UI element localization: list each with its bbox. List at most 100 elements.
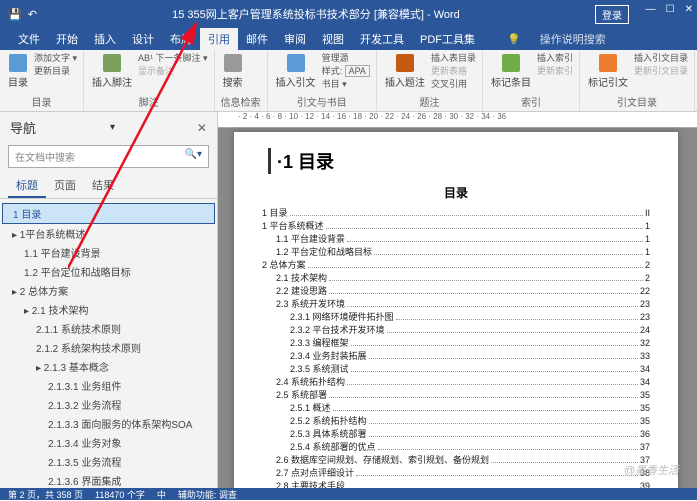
update-table-button[interactable]: 更新表格 <box>431 65 476 78</box>
nav-search-input[interactable]: 在文档中搜索 🔍▾ <box>8 145 209 168</box>
toc-entry[interactable]: 2.5 系统部署35 <box>262 389 650 402</box>
caption-icon <box>396 54 414 72</box>
bulb-icon: 💡 <box>499 31 529 49</box>
insert-citation-button[interactable]: 插入引文 <box>274 52 318 91</box>
show-notes-button[interactable]: 显示备注 <box>138 65 208 78</box>
status-lang[interactable]: 中 <box>157 488 166 501</box>
toc-icon <box>9 54 27 72</box>
toc-entry[interactable]: 2 总体方案2 <box>262 259 650 272</box>
toc-entry[interactable]: 2.8 主要技术手段39 <box>262 480 650 488</box>
toc-entry[interactable]: 2.3.3 编程框架32 <box>262 337 650 350</box>
tab-results[interactable]: 结果 <box>84 174 122 198</box>
update-index-button[interactable]: 更新索引 <box>537 65 573 78</box>
nav-item[interactable]: 2.1.3.1 业务组件 <box>2 376 215 395</box>
maximize-icon[interactable]: ☐ <box>666 4 675 15</box>
toc-entry[interactable]: 2.5.3 具体系统部署36 <box>262 428 650 441</box>
menu-mailings[interactable]: 邮件 <box>238 28 276 50</box>
magnify-icon: 🔍▾ <box>185 149 202 164</box>
insert-index-button[interactable]: 插入索引 <box>537 52 573 65</box>
toc-entry[interactable]: 1.2 平台定位和战略目标1 <box>262 246 650 259</box>
insert-footnote-button[interactable]: 插入脚注 <box>90 52 134 91</box>
toc-entry[interactable]: 2.5.2 系统拓扑结构35 <box>262 415 650 428</box>
menu-bar: 文件 开始 插入 设计 布局 引用 邮件 审阅 视图 开发工具 PDF工具集 💡… <box>0 28 697 50</box>
toc-button[interactable]: 目录 <box>6 52 30 91</box>
toc-entry[interactable]: 2.3.2 平台技术开发环境24 <box>262 324 650 337</box>
next-footnote-button[interactable]: AB¹ 下一条脚注 ▾ <box>138 52 208 65</box>
menu-dev[interactable]: 开发工具 <box>352 28 412 50</box>
bibliography-button[interactable]: 书目 ▾ <box>322 78 370 91</box>
menu-references[interactable]: 引用 <box>200 28 238 50</box>
ribbon-group-citations: 插入引文 管理源 样式: APA 书目 ▾ 引文与书目 <box>268 50 377 111</box>
document-area: · 2 · 4 · 6 · 8 · 10 · 12 · 14 · 16 · 18… <box>218 112 697 488</box>
toc-entry[interactable]: 2.5.4 系统部署的优点37 <box>262 441 650 454</box>
toc-title: 目录 <box>262 184 650 201</box>
status-a11y[interactable]: 辅助功能: 调查 <box>178 488 237 501</box>
update-authorities-button[interactable]: 更新引文目录 <box>634 65 688 78</box>
nav-close-icon[interactable]: ✕ <box>197 121 207 135</box>
toc-entry[interactable]: 2.4 系统拓扑结构34 <box>262 376 650 389</box>
menu-view[interactable]: 视图 <box>314 28 352 50</box>
toc-entry[interactable]: 2.2 建设思路22 <box>262 285 650 298</box>
doc-heading: ·1 目录 <box>268 148 650 174</box>
nav-item[interactable]: 2.1.3.2 业务流程 <box>2 395 215 414</box>
menu-review[interactable]: 审阅 <box>276 28 314 50</box>
toc-entry[interactable]: 1 目录II <box>262 207 650 220</box>
toc-entry[interactable]: 1.1 平台建设背景1 <box>262 233 650 246</box>
undo-icon[interactable]: ↶ <box>28 8 37 21</box>
nav-item[interactable]: 2.1.1 系统技术原则 <box>2 319 215 338</box>
nav-item[interactable]: 1 目录 <box>2 203 215 224</box>
menu-layout[interactable]: 布局 <box>162 28 200 50</box>
tab-pages[interactable]: 页面 <box>46 174 84 198</box>
nav-item[interactable]: 2.1.2 系统架构技术原则 <box>2 338 215 357</box>
nav-item[interactable]: ▸ 1平台系统概述 <box>2 224 215 243</box>
document-page[interactable]: ·1 目录 目录 1 目录II1 平台系统概述11.1 平台建设背景11.2 平… <box>234 132 678 488</box>
add-text-button[interactable]: 添加文字 ▾ <box>34 52 77 65</box>
toc-entry[interactable]: 2.7 点对点评细设计38 <box>262 467 650 480</box>
tell-me[interactable]: 💡操作说明搜索 <box>491 28 622 50</box>
minimize-icon[interactable]: — <box>646 4 656 15</box>
toc-entry[interactable]: 1 平台系统概述1 <box>262 220 650 233</box>
toc-entry[interactable]: 2.3.5 系统测试34 <box>262 363 650 376</box>
toc-entry[interactable]: 2.3 系统开发环境23 <box>262 298 650 311</box>
menu-file[interactable]: 文件 <box>10 28 48 50</box>
save-icon[interactable]: 💾 <box>8 8 22 21</box>
toc-entry[interactable]: 2.1 技术架构2 <box>262 272 650 285</box>
update-toc-button[interactable]: 更新目录 <box>34 65 77 78</box>
cross-reference-button[interactable]: 交叉引用 <box>431 78 476 91</box>
nav-item[interactable]: 2.1.3.5 业务流程 <box>2 452 215 471</box>
mark-entry-button[interactable]: 标记条目 <box>489 52 533 91</box>
nav-item[interactable]: 1.2 平台定位和战略目标 <box>2 262 215 281</box>
toc-entry[interactable]: 2.3.1 网络环境硬件拓扑图23 <box>262 311 650 324</box>
tab-headings[interactable]: 标题 <box>8 174 46 198</box>
menu-pdf[interactable]: PDF工具集 <box>412 28 483 50</box>
window-controls: — ☐ ✕ <box>646 4 693 15</box>
ruler[interactable]: · 2 · 4 · 6 · 8 · 10 · 12 · 14 · 16 · 18… <box>218 112 697 128</box>
insert-authorities-button[interactable]: 插入引文目录 <box>634 52 688 65</box>
nav-item[interactable]: ▸ 2.1.3 基本概念 <box>2 357 215 376</box>
ribbon-group-authorities: 标记引文 插入引文目录 更新引文目录 引文目录 <box>580 50 695 111</box>
mark-citation-icon <box>599 54 617 72</box>
status-words[interactable]: 118470 个字 <box>95 488 145 501</box>
nav-item[interactable]: 2.1.3.6 界面集成 <box>2 471 215 488</box>
login-button[interactable]: 登录 <box>595 5 629 24</box>
insert-fig-table-button[interactable]: 插入表目录 <box>431 52 476 65</box>
menu-insert[interactable]: 插入 <box>86 28 124 50</box>
toc-entry[interactable]: 2.5.1 概述35 <box>262 402 650 415</box>
mark-citation-button[interactable]: 标记引文 <box>586 52 630 91</box>
nav-item[interactable]: 2.1.3.4 业务对象 <box>2 433 215 452</box>
nav-item[interactable]: 1.1 平台建设背景 <box>2 243 215 262</box>
nav-item[interactable]: ▸ 2 总体方案 <box>2 281 215 300</box>
nav-item[interactable]: 2.1.3.3 面向服务的体系架构SOA <box>2 414 215 433</box>
menu-home[interactable]: 开始 <box>48 28 86 50</box>
toc-entry[interactable]: 2.6 数据库空间规划、存储规划、索引规划、备份规划37 <box>262 454 650 467</box>
manage-sources-button[interactable]: 管理源 <box>322 52 370 65</box>
menu-design[interactable]: 设计 <box>124 28 162 50</box>
status-page[interactable]: 第 2 页，共 358 页 <box>8 488 83 501</box>
insert-caption-button[interactable]: 插入题注 <box>383 52 427 91</box>
style-select[interactable]: APA <box>345 65 370 77</box>
close-icon[interactable]: ✕ <box>685 4 693 15</box>
search-button[interactable]: 搜索 <box>221 52 245 91</box>
nav-dropdown-icon[interactable]: ▾ <box>110 122 115 133</box>
toc-entry[interactable]: 2.3.4 业务封装拓展33 <box>262 350 650 363</box>
nav-item[interactable]: ▸ 2.1 技术架构 <box>2 300 215 319</box>
